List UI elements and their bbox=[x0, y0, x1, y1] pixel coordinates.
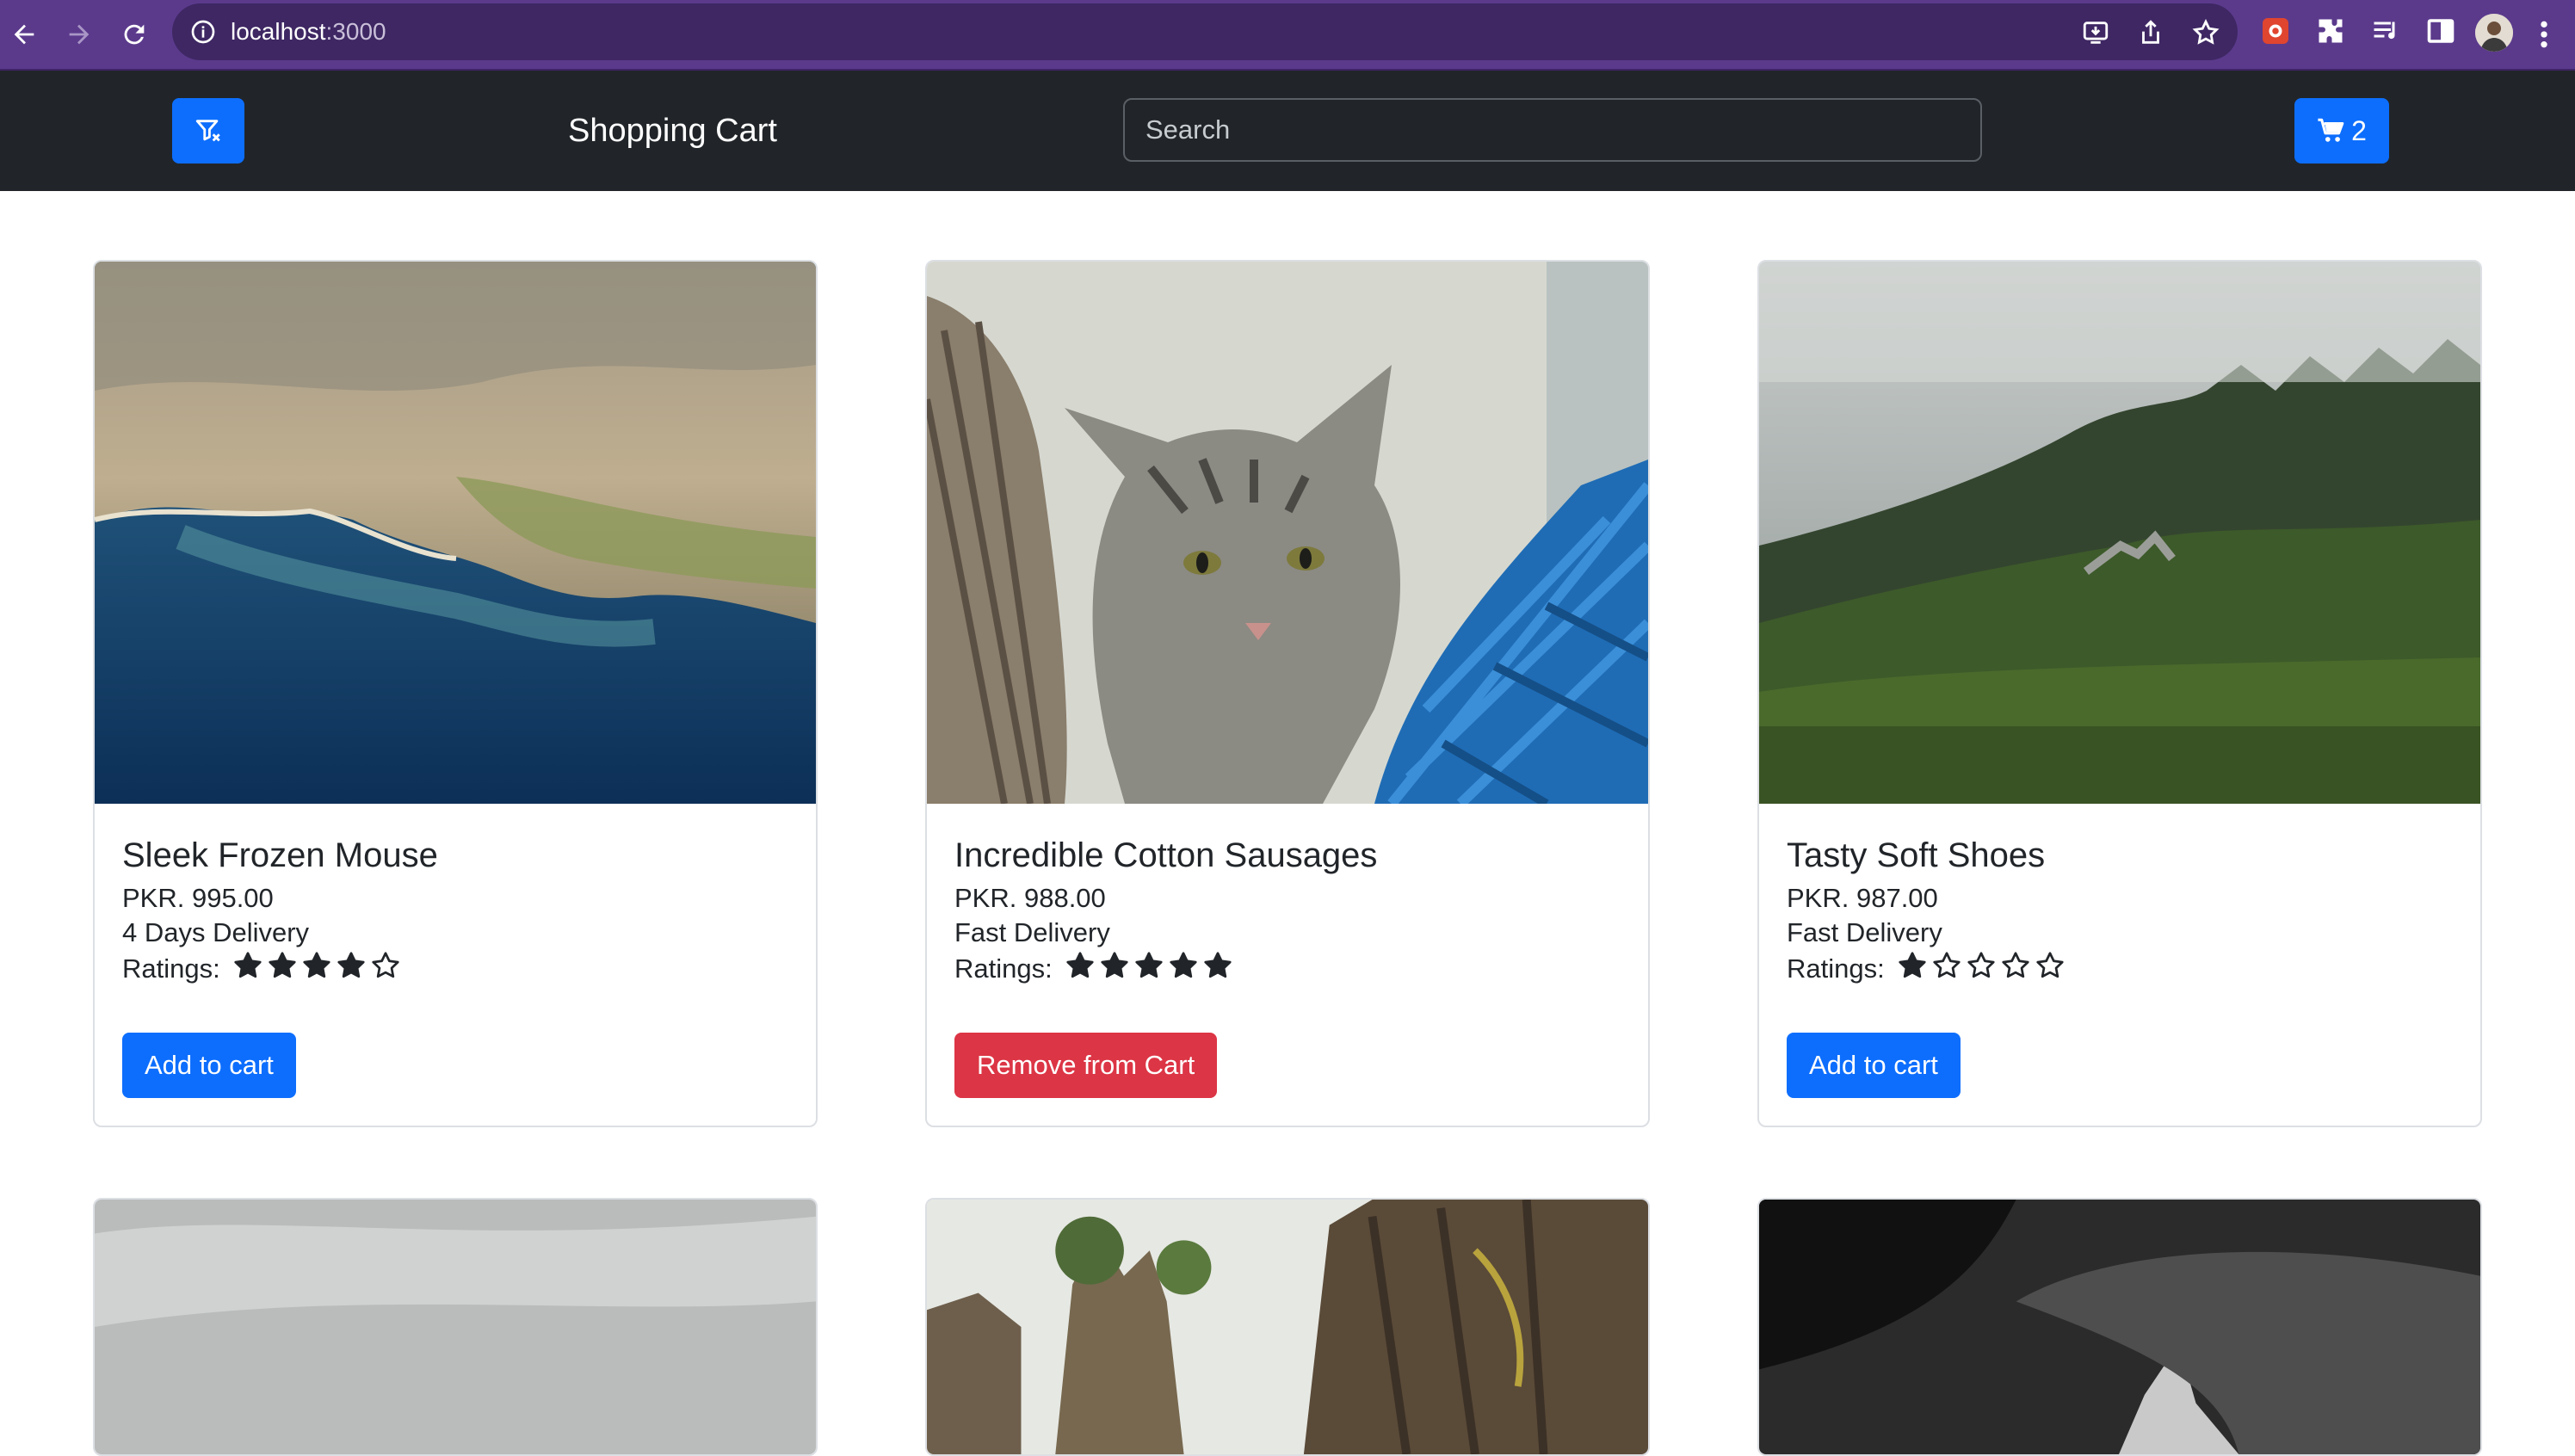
product-ratings: Ratings: bbox=[122, 950, 788, 986]
star-filled-icon bbox=[1135, 952, 1163, 978]
remove-from-cart-button[interactable]: Remove from Cart bbox=[954, 1033, 1218, 1098]
address-bar[interactable]: localhost:3000 bbox=[172, 3, 2238, 60]
extensions-puzzle-icon[interactable] bbox=[2315, 15, 2346, 46]
product-delivery: Fast Delivery bbox=[954, 917, 1110, 947]
product-grid: Sleek Frozen Mouse PKR. 995.00 4 Days De… bbox=[0, 191, 2575, 1456]
url-host: localhost bbox=[231, 18, 326, 45]
brand-title[interactable]: Shopping Cart bbox=[568, 108, 777, 153]
ratings-label: Ratings: bbox=[954, 953, 1053, 984]
product-title: Sleek Frozen Mouse bbox=[122, 836, 438, 874]
product-image-coastline bbox=[95, 262, 816, 804]
star-filled-icon bbox=[1204, 952, 1232, 978]
star-outline-icon bbox=[2036, 952, 2064, 978]
rating-stars bbox=[232, 950, 401, 981]
app-navbar: Shopping Cart 2 bbox=[0, 71, 2575, 191]
reload-icon[interactable] bbox=[117, 17, 151, 52]
forward-icon[interactable] bbox=[62, 17, 96, 52]
add-to-cart-button[interactable]: Add to cart bbox=[1787, 1033, 1961, 1098]
url-text: localhost:3000 bbox=[231, 3, 386, 60]
product-card-partial bbox=[925, 1198, 1650, 1456]
add-to-cart-button[interactable]: Add to cart bbox=[122, 1033, 296, 1098]
star-filled-icon bbox=[1101, 952, 1128, 978]
star-filled-icon bbox=[1170, 952, 1197, 978]
product-delivery: 4 Days Delivery bbox=[122, 917, 310, 947]
ratings-label: Ratings: bbox=[1787, 953, 1885, 984]
product-card: Tasty Soft Shoes PKR. 987.00 Fast Delive… bbox=[1757, 260, 2482, 1127]
product-card: Sleek Frozen Mouse PKR. 995.00 4 Days De… bbox=[93, 260, 818, 1127]
product-card: Incredible Cotton Sausages PKR. 988.00 F… bbox=[925, 260, 1650, 1127]
product-delivery: Fast Delivery bbox=[1787, 917, 1942, 947]
product-title: Incredible Cotton Sausages bbox=[954, 836, 1378, 874]
star-outline-icon bbox=[372, 952, 399, 978]
filter-clear-icon bbox=[195, 120, 220, 142]
rating-stars bbox=[1897, 950, 2066, 981]
install-app-icon[interactable] bbox=[2081, 18, 2110, 47]
side-panel-icon[interactable] bbox=[2425, 15, 2456, 46]
star-filled-icon bbox=[1899, 952, 1926, 978]
star-outline-icon bbox=[1967, 952, 1995, 978]
star-filled-icon bbox=[1066, 952, 1094, 978]
product-ratings: Ratings: bbox=[1787, 950, 2453, 986]
product-image-rocks bbox=[927, 1200, 1648, 1454]
star-outline-icon bbox=[1933, 952, 1961, 978]
reading-list-icon[interactable] bbox=[2370, 15, 2401, 46]
site-info-icon[interactable] bbox=[189, 18, 217, 46]
product-price: PKR. 988.00 bbox=[954, 883, 1106, 913]
ratings-label: Ratings: bbox=[122, 953, 220, 984]
star-filled-icon bbox=[269, 952, 296, 978]
product-ratings: Ratings: bbox=[954, 950, 1621, 986]
product-price: PKR. 987.00 bbox=[1787, 883, 1938, 913]
rating-stars bbox=[1065, 950, 1233, 981]
cart-button[interactable]: 2 bbox=[2294, 98, 2389, 163]
profile-avatar[interactable] bbox=[2475, 14, 2513, 52]
star-filled-icon bbox=[303, 952, 330, 978]
extension-devtools-icon[interactable] bbox=[2260, 15, 2291, 46]
share-icon[interactable] bbox=[2136, 18, 2165, 47]
filter-toggle-button[interactable] bbox=[172, 98, 244, 163]
star-filled-icon bbox=[337, 952, 365, 978]
star-outline-icon bbox=[2002, 952, 2029, 978]
cart-count: 2 bbox=[2351, 114, 2367, 146]
star-filled-icon bbox=[234, 952, 262, 978]
cart-icon bbox=[2318, 118, 2344, 142]
product-image-kitten bbox=[927, 262, 1648, 804]
search-input[interactable] bbox=[1123, 98, 1982, 162]
product-image-sky bbox=[95, 1200, 816, 1454]
product-image-bw-cat bbox=[1759, 1200, 2480, 1454]
browser-toolbar: localhost:3000 bbox=[0, 0, 2575, 71]
product-image-forest bbox=[1759, 262, 2480, 804]
product-card-partial bbox=[1757, 1198, 2482, 1456]
back-icon[interactable] bbox=[7, 17, 41, 52]
product-price: PKR. 995.00 bbox=[122, 883, 274, 913]
browser-menu-icon[interactable] bbox=[2534, 17, 2554, 52]
url-port: :3000 bbox=[325, 18, 386, 45]
bookmark-star-icon[interactable] bbox=[2191, 18, 2220, 47]
product-title: Tasty Soft Shoes bbox=[1787, 836, 2046, 874]
product-card-partial bbox=[93, 1198, 818, 1456]
